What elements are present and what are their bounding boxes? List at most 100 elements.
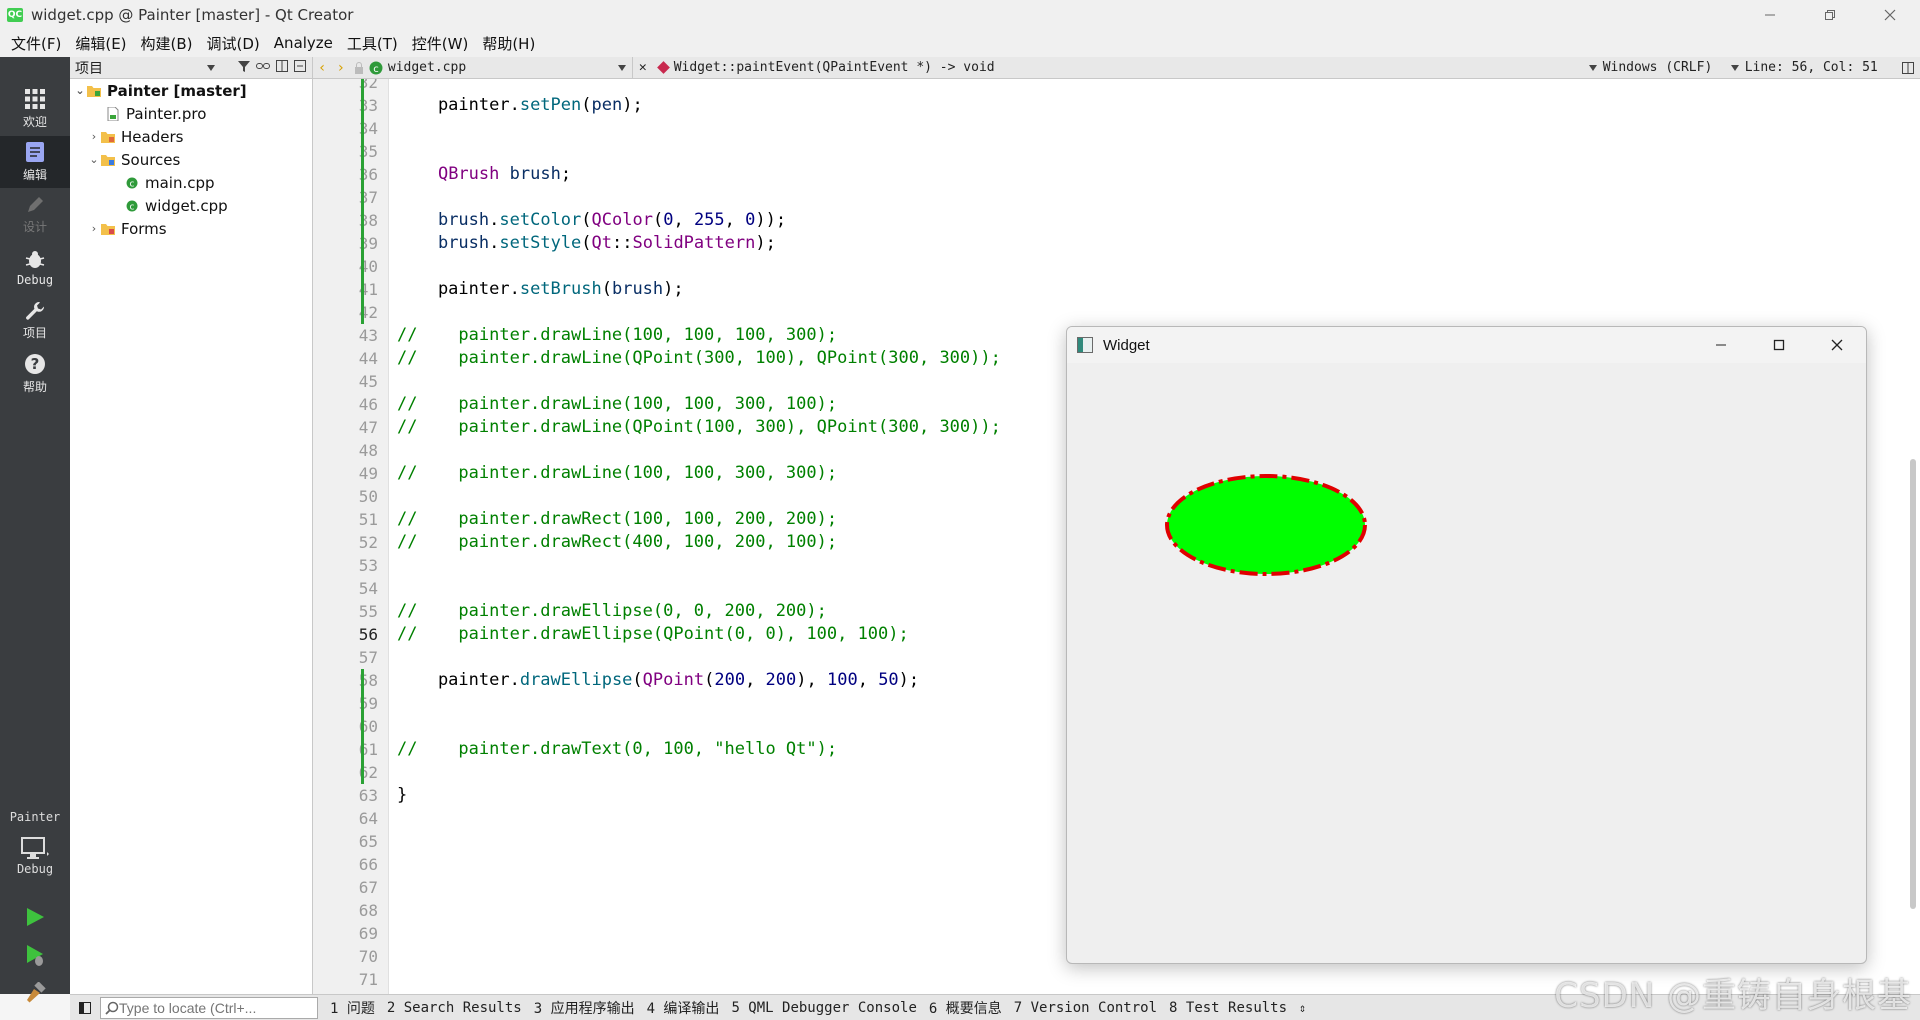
menu-widgets[interactable]: 控件(W)	[405, 33, 476, 54]
minimize-icon	[1765, 14, 1775, 15]
line-number: 43	[358, 326, 378, 345]
output-tab-search-results[interactable]: 2 Search Results	[387, 1000, 522, 1016]
toggle-sidebar-button[interactable]	[70, 995, 100, 1020]
mode-edit[interactable]: 编辑	[0, 136, 70, 188]
widget-close-button[interactable]	[1808, 327, 1866, 363]
tree-item-pro-file[interactable]: Painter.pro	[70, 102, 312, 125]
bug-icon	[25, 250, 45, 268]
nav-forward-icon[interactable]: ›	[336, 60, 344, 76]
output-tab-general-messages[interactable]: 6 概要信息	[929, 998, 1002, 1018]
nav-back-icon[interactable]: ‹	[318, 60, 326, 76]
tree-item-main-cpp[interactable]: c main.cpp	[70, 171, 312, 194]
restore-icon	[1825, 9, 1835, 20]
line-ending-selector[interactable]: Windows (CRLF)	[1603, 60, 1731, 75]
output-tab-issues[interactable]: 1 问题	[330, 998, 375, 1018]
output-tab-app-output[interactable]: 3 应用程序输出	[534, 998, 635, 1018]
debug-run-button[interactable]	[17, 937, 53, 973]
pencil-icon	[28, 197, 43, 212]
watermark: CSDN @重铸自身根基	[1554, 976, 1912, 1016]
painted-ellipse	[1165, 474, 1367, 576]
line-number: 60	[358, 717, 378, 736]
menu-tools[interactable]: 工具(T)	[340, 33, 405, 54]
tree-item-label: Headers	[121, 127, 184, 146]
tree-item-label: Painter [master]	[107, 81, 247, 100]
minimize-button[interactable]	[1740, 0, 1800, 29]
mode-projects[interactable]: 项目	[0, 295, 70, 347]
tree-item-forms[interactable]: › Forms	[70, 217, 312, 240]
locator[interactable]	[100, 996, 318, 1019]
open-file-name: widget.cpp	[387, 60, 467, 75]
cpp-file-icon: c	[369, 61, 383, 75]
tree-item-sources[interactable]: ⌄ Sources	[70, 148, 312, 171]
kit-selector[interactable]: Debug	[0, 829, 70, 883]
menu-debug[interactable]: 调试(D)	[200, 33, 267, 54]
chevron-right-icon[interactable]: ›	[88, 130, 100, 143]
code-line: // painter.drawRect(400, 100, 200, 100);	[397, 532, 838, 552]
menu-help[interactable]: 帮助(H)	[475, 33, 542, 54]
tree-item-label: Forms	[121, 219, 167, 238]
line-number-gutter: 32 33 34 35 36 37 38 39 40 41 42 43 44 45 46 47 48 49 50 51…	[313, 79, 389, 994]
cpp-file-icon: c	[126, 200, 138, 212]
widget-app-icon	[1077, 337, 1093, 353]
mode-sidebar: 欢迎 编辑 设计 Debug 项目 ? 帮助 Painter Debug	[0, 57, 70, 1003]
symbol-selector[interactable]: Widget::paintEvent(QPaintEvent *) -> voi…	[656, 60, 1579, 75]
widget-minimize-button[interactable]	[1692, 327, 1750, 363]
output-tab-qml-debugger[interactable]: 5 QML Debugger Console	[731, 1000, 916, 1016]
widget-maximize-button[interactable]	[1750, 327, 1808, 363]
tree-item-label: Sources	[121, 150, 181, 169]
chevron-down-icon[interactable]: ⌄	[74, 84, 86, 97]
locator-input[interactable]	[119, 999, 309, 1016]
widget-window[interactable]: Widget	[1066, 326, 1867, 964]
wrench-icon	[26, 302, 45, 320]
menu-edit[interactable]: 编辑(E)	[68, 33, 133, 54]
open-file-selector[interactable]: c widget.cpp	[368, 56, 633, 79]
mode-design[interactable]: 设计	[0, 189, 70, 241]
code-line: painter.setBrush(brush);	[397, 279, 684, 299]
menu-analyze[interactable]: Analyze	[267, 34, 340, 52]
filter-icon[interactable]	[238, 60, 250, 72]
more-tabs-icon[interactable]: ⇕	[1299, 1001, 1306, 1015]
line-number: 66	[358, 855, 378, 874]
mode-debug[interactable]: Debug	[0, 242, 70, 294]
project-view-selector[interactable]: 项目	[75, 58, 215, 78]
line-number: 33	[358, 96, 378, 115]
line-number: 41	[358, 280, 378, 299]
output-tab-compile-output[interactable]: 4 编译输出	[647, 998, 720, 1018]
menu-file[interactable]: 文件(F)	[4, 33, 68, 54]
mode-welcome[interactable]: 欢迎	[0, 83, 70, 135]
close-document-icon[interactable]: ✕	[639, 60, 647, 75]
project-folder-icon	[87, 85, 101, 97]
mode-help[interactable]: ? 帮助	[0, 348, 70, 400]
close-button[interactable]	[1860, 0, 1920, 29]
vertical-scrollbar[interactable]	[1910, 459, 1916, 909]
tree-item-headers[interactable]: › Headers	[70, 125, 312, 148]
line-number: 70	[358, 947, 378, 966]
tree-item-label: widget.cpp	[145, 196, 228, 215]
svg-text:c: c	[373, 64, 379, 75]
link-icon[interactable]	[256, 60, 270, 72]
line-number: 59	[358, 694, 378, 713]
widget-title-bar[interactable]: Widget	[1067, 327, 1866, 363]
line-number: 38	[358, 211, 378, 230]
chevron-down-icon[interactable]: ⌄	[88, 153, 100, 166]
change-marker	[361, 669, 364, 784]
output-tab-version-control[interactable]: 7 Version Control	[1014, 1000, 1157, 1016]
line-number: 61	[358, 740, 378, 759]
build-button[interactable]	[17, 975, 53, 1011]
chevron-right-icon[interactable]: ›	[88, 222, 100, 235]
run-button[interactable]	[17, 899, 53, 935]
line-number: 36	[358, 165, 378, 184]
close-pane-icon[interactable]	[294, 60, 306, 72]
line-number: 71	[358, 970, 378, 989]
code-line: // painter.drawLine(QPoint(100, 300), QP…	[397, 417, 1001, 437]
widget-title: Widget	[1103, 336, 1150, 354]
play-icon	[27, 908, 44, 926]
tree-item-project[interactable]: ⌄ Painter [master]	[70, 79, 312, 102]
cursor-position[interactable]: Line: 56, Col: 51	[1745, 60, 1878, 75]
split-editor-icon[interactable]	[1902, 61, 1914, 74]
menu-build[interactable]: 构建(B)	[134, 33, 200, 54]
output-tab-test-results[interactable]: 8 Test Results	[1169, 1000, 1287, 1016]
tree-item-widget-cpp[interactable]: c widget.cpp	[70, 194, 312, 217]
split-icon[interactable]	[276, 60, 288, 72]
restore-button[interactable]	[1800, 0, 1860, 29]
